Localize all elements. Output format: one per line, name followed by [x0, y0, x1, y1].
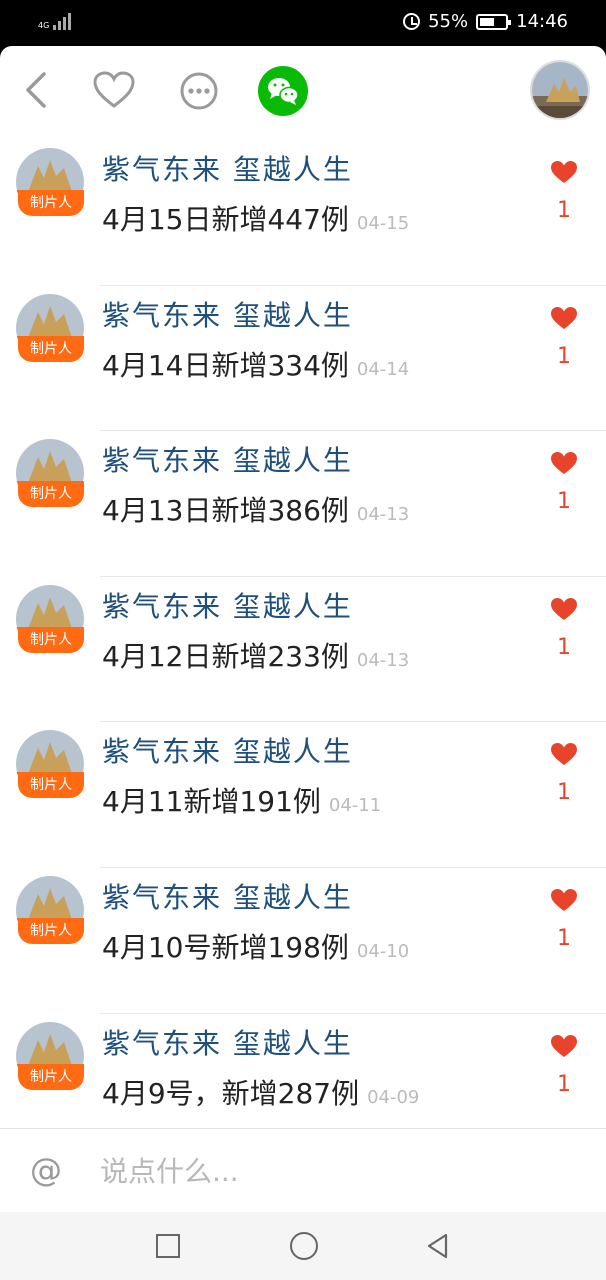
role-badge: 制片人 — [18, 772, 84, 799]
commenter-name[interactable]: 紫气东来 玺越人生 — [102, 730, 353, 770]
battery-icon — [476, 13, 512, 30]
avatar-image — [532, 62, 588, 118]
alarm-icon — [403, 13, 421, 30]
comment-text: 4月13日新增386例 — [102, 494, 349, 528]
heart-outline-icon — [93, 71, 135, 108]
comment-date: 04-15 — [356, 213, 410, 234]
list-item: 制片人 紫气东来 玺越人生 4月13日新增386例 04-13 1 — [0, 431, 606, 577]
list-item: 制片人 紫气东来 玺越人生 4月12日新增233例 04-13 1 — [0, 577, 606, 723]
comment-text: 4月12日新增233例 — [102, 639, 349, 673]
list-item: 制片人 紫气东来 玺越人生 4月10号新增198例 04-10 1 — [0, 868, 606, 1014]
status-bar: 4G 55% 14:46 — [0, 0, 606, 46]
heart-filled-icon — [551, 1034, 577, 1057]
system-nav-bar — [0, 1212, 606, 1280]
home-button[interactable] — [290, 1232, 318, 1260]
comment-message: 4月12日新增233例 04-13 — [102, 635, 409, 675]
status-right: 55% 14:46 — [403, 11, 568, 32]
role-badge: 制片人 — [18, 190, 84, 216]
wechat-share-button[interactable] — [258, 66, 308, 116]
top-action-bar — [0, 46, 606, 140]
network-type: 4G — [38, 21, 50, 30]
comment-input[interactable] — [100, 1149, 560, 1193]
like-button[interactable]: 1 — [550, 888, 578, 951]
like-button[interactable]: 1 — [550, 597, 578, 660]
comments-sheet: 制片人 紫气东来 玺越人生 4月15日新增447例 04-15 1 制片人 紫气 — [0, 46, 606, 1212]
comment-date: 04-10 — [356, 940, 410, 962]
like-button[interactable]: 1 — [550, 1034, 578, 1097]
comment-text: 4月15日新增447例 — [102, 203, 349, 236]
like-count: 1 — [557, 198, 571, 223]
comment-message: 4月14日新增334例 04-14 — [102, 344, 409, 384]
commenter-name[interactable]: 紫气东来 玺越人生 — [102, 1022, 353, 1062]
comment-message: 4月13日新增386例 04-13 — [102, 489, 409, 529]
signal-icon — [53, 12, 71, 30]
comment-text: 4月10号新增198例 — [102, 930, 349, 964]
comment-input-bar: @ — [0, 1128, 606, 1212]
like-button[interactable]: 1 — [550, 742, 578, 805]
list-item: 制片人 紫气东来 玺越人生 4月11新增191例 04-11 1 — [0, 722, 606, 868]
like-button[interactable]: 1 — [550, 451, 578, 514]
commenter-name[interactable]: 紫气东来 玺越人生 — [102, 585, 353, 625]
like-button[interactable]: 1 — [550, 306, 578, 369]
like-count: 1 — [557, 634, 571, 660]
comment-message: 4月9号，新增287例 04-09 — [102, 1072, 419, 1112]
comment-message: 4月15日新增447例 04-15 — [102, 198, 409, 238]
profile-avatar[interactable] — [530, 60, 590, 120]
role-badge: 制片人 — [18, 335, 84, 362]
list-item: 制片人 紫气东来 玺越人生 4月15日新增447例 04-15 1 — [0, 140, 606, 286]
like-count: 1 — [557, 343, 571, 369]
back-button[interactable] — [20, 68, 56, 112]
comment-date: 04-11 — [328, 795, 382, 817]
more-dots-icon — [180, 72, 218, 110]
like-count: 1 — [557, 489, 571, 515]
comment-date: 04-14 — [356, 358, 410, 380]
comment-message: 4月10号新增198例 04-10 — [102, 926, 409, 966]
comment-date: 04-13 — [356, 504, 410, 526]
more-button[interactable] — [178, 70, 220, 112]
like-count: 1 — [557, 780, 571, 806]
commenter-name[interactable]: 紫气东来 玺越人生 — [102, 148, 353, 188]
favorite-button[interactable] — [92, 70, 136, 110]
role-badge: 制片人 — [18, 481, 84, 508]
commenter-name[interactable]: 紫气东来 玺越人生 — [102, 294, 353, 334]
heart-filled-icon — [551, 888, 577, 911]
comment-message: 4月11新增191例 04-11 — [102, 780, 381, 820]
clock: 14:46 — [516, 11, 568, 32]
heart-filled-icon — [551, 597, 577, 620]
comment-list: 制片人 紫气东来 玺越人生 4月15日新增447例 04-15 1 制片人 紫气 — [0, 140, 606, 1159]
like-count: 1 — [557, 925, 571, 951]
comment-text: 4月14日新增334例 — [102, 348, 349, 382]
at-icon[interactable]: @ — [30, 1151, 62, 1189]
list-item: 制片人 紫气东来 玺越人生 4月14日新增334例 04-14 1 — [0, 286, 606, 432]
system-back-button[interactable] — [424, 1232, 452, 1260]
comment-date: 04-09 — [367, 1086, 420, 1108]
back-arrow-icon — [26, 72, 46, 108]
like-count: 1 — [557, 1071, 571, 1097]
battery-percent: 55% — [428, 11, 469, 32]
comment-date: 04-13 — [356, 649, 410, 671]
role-badge: 制片人 — [18, 1063, 84, 1090]
wechat-icon — [268, 78, 299, 105]
triangle-back-icon — [427, 1233, 448, 1259]
heart-filled-icon — [551, 306, 577, 329]
heart-filled-icon — [551, 743, 577, 766]
recent-apps-button[interactable] — [156, 1234, 180, 1258]
signal-area: 4G — [38, 12, 71, 30]
heart-filled-icon — [551, 161, 577, 183]
role-badge: 制片人 — [18, 626, 84, 653]
role-badge: 制片人 — [18, 917, 84, 944]
commenter-name[interactable]: 紫气东来 玺越人生 — [102, 876, 353, 916]
comment-text: 4月9号，新增287例 — [102, 1076, 360, 1110]
heart-filled-icon — [551, 452, 577, 475]
comment-text: 4月11新增191例 — [102, 785, 321, 819]
commenter-name[interactable]: 紫气东来 玺越人生 — [102, 439, 353, 479]
like-button[interactable]: 1 — [550, 160, 578, 223]
